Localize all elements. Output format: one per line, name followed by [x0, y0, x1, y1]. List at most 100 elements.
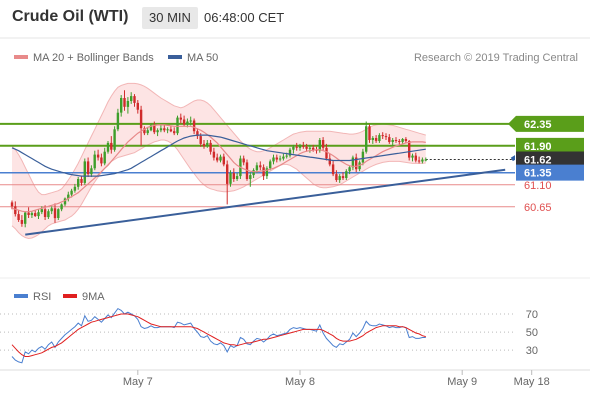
candle-body: [47, 211, 50, 218]
rsi-9ma-line: [11, 313, 426, 357]
candle-body: [146, 130, 149, 134]
candle-body: [235, 176, 239, 179]
candle-body: [24, 212, 27, 224]
candle-body: [272, 157, 275, 162]
candle-body: [259, 165, 262, 168]
candle-body: [96, 154, 100, 158]
candle-body: [136, 102, 139, 110]
candle-body: [255, 165, 259, 171]
candle-body: [43, 209, 47, 217]
candle-body: [398, 141, 401, 142]
candle-body: [153, 125, 156, 133]
candle-body: [424, 159, 427, 161]
legend-swatch-rsi: [14, 294, 28, 298]
candle-body: [374, 138, 378, 141]
candle-body: [417, 160, 421, 162]
candle-body: [331, 164, 335, 175]
candle-body: [381, 135, 384, 137]
candle-body: [202, 143, 206, 146]
candle-body: [93, 154, 96, 169]
candle-body: [302, 145, 305, 147]
candle-body: [229, 173, 232, 184]
candle-body: [335, 174, 338, 180]
candle-body: [249, 175, 252, 179]
rsi-tick-label: 70: [526, 309, 538, 321]
candle-body: [100, 157, 103, 164]
candle-body: [282, 156, 285, 159]
candle-body: [53, 208, 57, 219]
candle-body: [176, 117, 179, 134]
candle-body: [14, 206, 17, 215]
candle-body: [103, 151, 106, 164]
main-plot-area: [0, 82, 515, 240]
candle-body: [384, 136, 388, 138]
candle-body: [50, 208, 53, 212]
legend-swatch-9ma: [63, 294, 77, 298]
level-tag-label-0: 62.35: [524, 119, 552, 131]
rsi-line: [11, 307, 426, 364]
candle-body: [308, 147, 312, 149]
main-legend: MA 20 + Bollinger Bands MA 50 Research ©…: [14, 52, 578, 64]
candle-body: [192, 120, 196, 132]
legend-label-ma20: MA 20 + Bollinger Bands: [33, 52, 154, 64]
rsi-tick-label: 50: [526, 327, 538, 339]
x-tick-label: May 8: [285, 376, 315, 388]
candle-body: [321, 140, 325, 148]
candle-body: [166, 129, 169, 131]
candle-body: [106, 142, 110, 152]
candle-body: [368, 126, 371, 140]
candle-body: [116, 112, 120, 130]
candle-body: [163, 128, 166, 131]
candle-body: [295, 146, 298, 148]
candle-body: [60, 204, 63, 210]
candle-body: [110, 142, 113, 150]
candle-body: [133, 96, 136, 103]
candle-body: [209, 142, 212, 152]
legend-label-9ma: 9MA: [82, 291, 105, 303]
candle-body: [126, 101, 130, 107]
candle-body: [77, 179, 80, 187]
candle-body: [37, 212, 40, 217]
legend-label-ma50: MA 50: [187, 52, 218, 64]
candle-body: [186, 121, 189, 125]
candle-body: [275, 157, 278, 160]
candle-body: [10, 202, 14, 207]
candle-body: [341, 176, 345, 179]
candle-body: [411, 155, 414, 158]
legend-swatch-ma50: [168, 55, 182, 59]
candle-body: [292, 146, 295, 150]
x-tick-label: May 7: [123, 376, 153, 388]
candle-body: [408, 141, 411, 158]
candle-body: [232, 173, 235, 179]
rsi-tick-label: 30: [526, 345, 538, 357]
candle-body: [226, 164, 229, 184]
candle-body: [30, 213, 34, 216]
x-tick-label: May 9: [447, 376, 477, 388]
candle-body: [285, 155, 288, 157]
level-tags: 62.3561.9061.6261.3561.1060.65: [508, 115, 584, 214]
level-tag-label-4: 61.10: [524, 180, 552, 192]
candle-body: [90, 168, 93, 175]
candle-body: [298, 145, 302, 148]
candle-body: [222, 156, 225, 165]
candle-body: [365, 126, 368, 152]
support-trendline: [25, 168, 506, 236]
candle-body: [378, 135, 381, 141]
candle-body: [242, 158, 245, 163]
candle-body: [156, 130, 159, 133]
candle-body: [57, 209, 60, 218]
candle-body: [361, 151, 365, 163]
candle-body: [394, 140, 398, 141]
candle-body: [27, 212, 30, 215]
candle-body: [179, 117, 182, 120]
candle-body: [20, 220, 24, 224]
candle-body: [219, 156, 222, 161]
candle-body: [404, 139, 408, 141]
x-tick-label: May 18: [514, 376, 550, 388]
candle-body: [325, 147, 328, 159]
candle-body: [206, 142, 209, 146]
level-tag-label-1: 61.90: [524, 141, 552, 153]
rsi-legend: RSI 9MA: [14, 291, 105, 303]
candle-body: [278, 158, 282, 160]
candle-body: [159, 128, 163, 131]
